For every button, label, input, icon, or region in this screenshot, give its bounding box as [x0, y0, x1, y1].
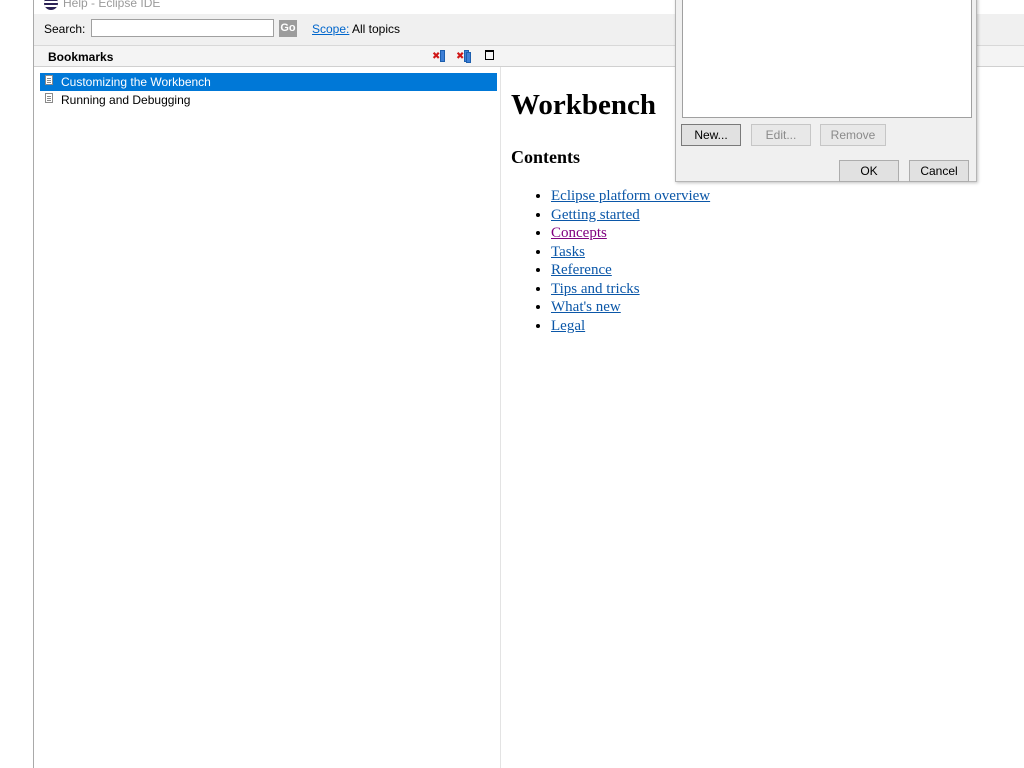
maximize-icon[interactable] [483, 49, 499, 63]
list-item: Concepts [551, 224, 710, 243]
toc-link-reference[interactable]: Reference [551, 262, 612, 278]
page-title: Workbench [511, 89, 657, 121]
eclipse-logo-icon [44, 0, 58, 10]
scope-link[interactable]: Scope: [312, 22, 349, 36]
toc-link-tips-and-tricks[interactable]: Tips and tricks [551, 281, 640, 297]
list-item: Getting started [551, 206, 710, 225]
toc-link-platform-overview[interactable]: Eclipse platform overview [551, 188, 710, 204]
bookmark-label: Running and Debugging [61, 93, 191, 107]
go-button[interactable]: Go [279, 20, 297, 37]
list-item: Legal [551, 317, 710, 336]
bookmark-item[interactable]: Customizing the Workbench [40, 73, 497, 91]
list-item: Eclipse platform overview [551, 187, 710, 206]
contents-heading: Contents [511, 147, 581, 167]
bookmark-item[interactable]: Running and Debugging [40, 91, 497, 109]
remove-button[interactable]: Remove [820, 124, 886, 146]
list-item: Tips and tricks [551, 280, 710, 299]
delete-bookmark-icon[interactable]: ✖ [432, 49, 448, 63]
cancel-button[interactable]: Cancel [909, 160, 969, 182]
toc-link-tasks[interactable]: Tasks [551, 244, 585, 260]
toc-link-getting-started[interactable]: Getting started [551, 207, 640, 223]
list-item: Reference [551, 261, 710, 280]
scope-value: All topics [352, 22, 401, 36]
toc-link-legal[interactable]: Legal [551, 318, 585, 334]
window-title: Help - Eclipse IDE [63, 0, 161, 10]
list-item: Tasks [551, 243, 710, 262]
document-icon [45, 75, 53, 85]
scope-list[interactable] [682, 0, 972, 118]
list-item: What's new [551, 298, 710, 317]
new-button[interactable]: New... [681, 124, 741, 146]
toc-link-whats-new[interactable]: What's new [551, 299, 621, 315]
edit-button[interactable]: Edit... [751, 124, 811, 146]
delete-all-bookmarks-icon[interactable]: ✖ [456, 49, 472, 63]
bookmarks-list: Customizing the Workbench Running and De… [34, 67, 501, 768]
bookmark-label: Customizing the Workbench [61, 75, 211, 89]
document-icon [45, 93, 53, 103]
contents-list: Eclipse platform overview Getting starte… [551, 187, 710, 335]
ok-button[interactable]: OK [839, 160, 899, 182]
bookmarks-title: Bookmarks [48, 50, 114, 64]
scope-dialog: New... Edit... Remove OK Cancel [675, 0, 977, 182]
search-label: Search: [44, 22, 86, 36]
search-input[interactable] [91, 19, 274, 37]
toc-link-concepts[interactable]: Concepts [551, 225, 607, 241]
